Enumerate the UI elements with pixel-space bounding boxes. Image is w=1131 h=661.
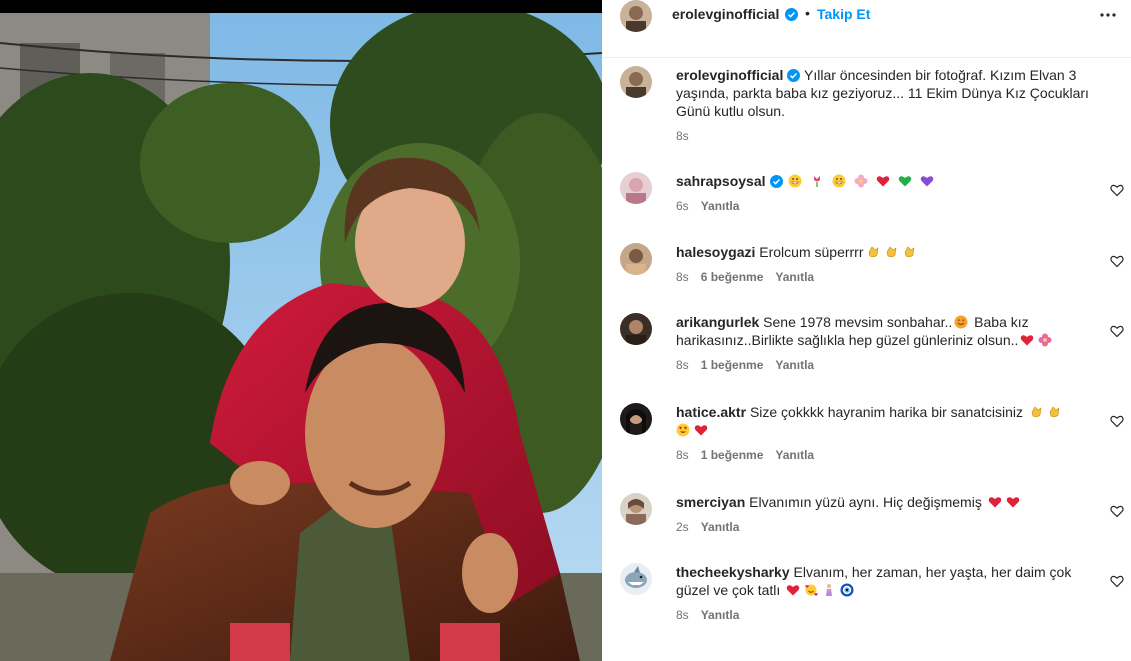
comment-likes[interactable]: 1 beğenme: [701, 358, 764, 372]
comment-username[interactable]: hatice.aktr: [676, 404, 746, 420]
clap-emoji-icon: [904, 246, 914, 258]
reply-button[interactable]: Yanıtla: [775, 358, 814, 372]
comment-time: 8s: [676, 608, 689, 622]
purple-heart-emoji-icon: [920, 176, 933, 187]
comment-text: Size çokkkk hayranim harika bir sanatcis…: [749, 404, 1024, 420]
red-heart-emoji-icon: [1006, 497, 1019, 508]
verified-badge-icon: [785, 8, 798, 21]
comment-time: 8s: [676, 358, 689, 372]
reply-button[interactable]: Yanıtla: [701, 199, 740, 213]
red-heart-emoji-icon: [694, 425, 708, 436]
praying-person-emoji-icon: [826, 584, 833, 596]
clap-emoji-icon: [1049, 406, 1060, 418]
post-header: erolevginofficial • Takip Et: [602, 0, 1131, 58]
red-heart-emoji-icon: [988, 497, 1001, 508]
comment-username[interactable]: thecheekysharky: [676, 564, 790, 580]
commenter-avatar[interactable]: [620, 243, 652, 275]
verified-badge-icon: [769, 175, 783, 188]
heart-outline-icon[interactable]: [1110, 254, 1124, 268]
comment-time: 2s: [676, 520, 689, 534]
grin-emoji-icon: [788, 174, 802, 188]
clap-emoji-icon: [886, 246, 896, 258]
author-avatar[interactable]: [620, 66, 652, 98]
clap-emoji-icon: [868, 246, 878, 258]
commenter-avatar[interactable]: [620, 313, 652, 345]
comment-username[interactable]: smerciyan: [676, 494, 745, 510]
reply-button[interactable]: Yanıtla: [775, 270, 814, 284]
grin-emoji-icon: [832, 174, 846, 188]
post-sidebar: erolevginofficial • Takip Et erolevginof…: [602, 0, 1131, 661]
comment-time: 8s: [676, 448, 689, 462]
commenter-avatar[interactable]: [620, 563, 652, 595]
comment-time: 6s: [676, 199, 689, 213]
commenter-avatar[interactable]: [620, 493, 652, 525]
author-avatar[interactable]: [620, 0, 652, 32]
reply-button[interactable]: Yanıtla: [701, 608, 740, 622]
reply-button[interactable]: Yanıtla: [701, 520, 740, 534]
nazar-amulet-emoji-icon: [840, 583, 854, 597]
green-heart-emoji-icon: [898, 176, 912, 187]
separator-dot: •: [805, 5, 810, 21]
red-heart-emoji-icon: [1021, 335, 1034, 346]
smile-emoji-icon: [954, 315, 968, 329]
comment-likes[interactable]: 6 beğenme: [701, 270, 764, 284]
blossom-emoji-icon: [1038, 333, 1052, 347]
comment-text: Elvanımın yüzü aynı. Hiç değişmemiş: [749, 494, 982, 510]
reply-button[interactable]: Yanıtla: [775, 448, 814, 462]
comment-time: 8s: [676, 270, 689, 284]
more-options-icon[interactable]: [1099, 6, 1117, 24]
comment-text: Erolcum süperrrr: [759, 244, 864, 260]
heart-outline-icon[interactable]: [1110, 414, 1124, 428]
post-photo-panel[interactable]: [0, 0, 602, 661]
smiling-hearts-emoji-icon: [805, 584, 819, 596]
commenter-avatar[interactable]: [620, 403, 652, 435]
heart-outline-icon[interactable]: [1110, 574, 1124, 588]
photo-top-bar: [0, 0, 602, 13]
clap-emoji-icon: [1031, 406, 1042, 418]
heart-outline-icon[interactable]: [1110, 183, 1124, 197]
comment-username[interactable]: sahrapsoysal: [676, 173, 766, 189]
follow-button[interactable]: Takip Et: [817, 6, 870, 22]
red-heart-emoji-icon: [876, 176, 890, 187]
caption-time: 8s: [676, 129, 689, 143]
comment-username[interactable]: halesoygazi: [676, 244, 755, 260]
blossom-emoji-icon: [854, 174, 868, 188]
heart-outline-icon[interactable]: [1110, 504, 1124, 518]
red-heart-emoji-icon: [786, 585, 800, 596]
comment-username[interactable]: arikangurlek: [676, 314, 759, 330]
comment-likes[interactable]: 1 beğenme: [701, 448, 764, 462]
comment-text: Sene 1978 mevsim sonbahar..: [763, 314, 953, 330]
caption-username[interactable]: erolevginofficial: [676, 67, 783, 83]
heart-eyes-emoji-icon: [676, 423, 690, 437]
tulip-emoji-icon: [814, 176, 821, 187]
comments-list: erolevginofficial Yıllar öncesinden bir …: [602, 59, 1131, 661]
commenter-avatar[interactable]: [620, 172, 652, 204]
heart-outline-icon[interactable]: [1110, 324, 1124, 338]
author-username[interactable]: erolevginofficial: [672, 6, 779, 22]
verified-badge-icon: [787, 69, 801, 82]
post-photo[interactable]: [0, 13, 602, 661]
